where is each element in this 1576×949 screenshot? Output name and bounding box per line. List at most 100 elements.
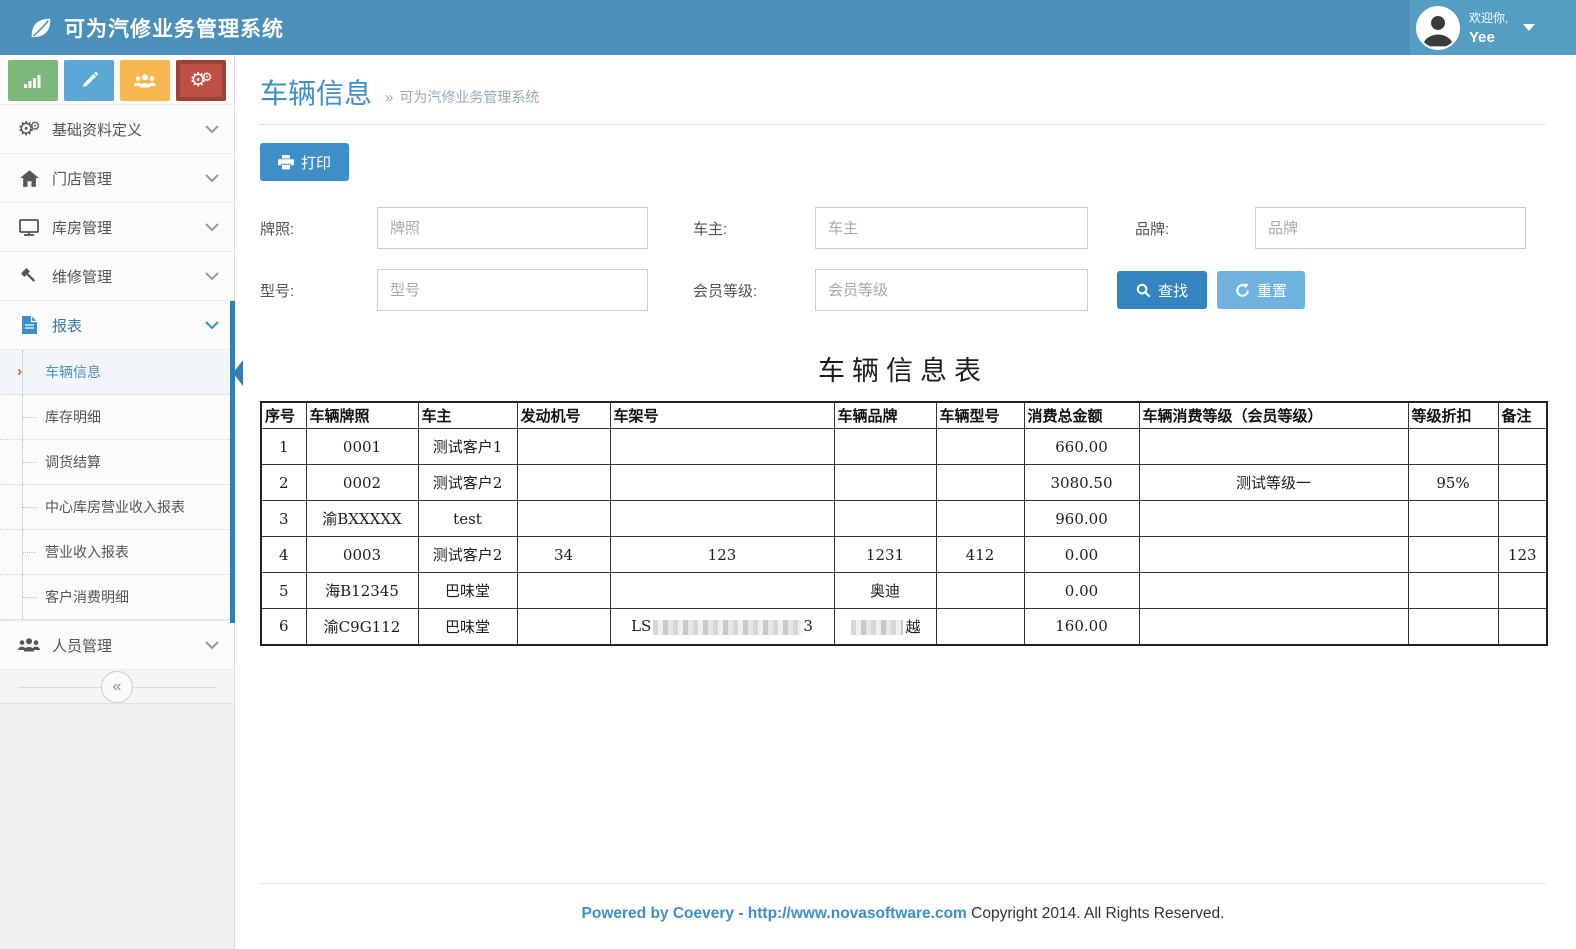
sidebar-item-warehouse-mgmt[interactable]: 库房管理 — [0, 203, 234, 252]
table-cell: 5 — [261, 573, 306, 609]
table-cell — [936, 501, 1024, 537]
file-icon — [17, 316, 41, 334]
sidebar-filler — [0, 704, 234, 949]
powered-by-link[interactable]: Powered by Coevery - http://www.novasoft… — [582, 905, 967, 922]
home-icon — [17, 170, 41, 187]
member-level-input[interactable] — [815, 269, 1088, 311]
table-cell — [610, 501, 834, 537]
column-header: 消费总金额 — [1024, 402, 1139, 429]
sidebar-item-revenue-report[interactable]: › 营业收入报表 — [0, 530, 234, 575]
users-group-icon — [17, 637, 41, 653]
sidebar-collapse-button[interactable]: « — [101, 671, 133, 703]
table-cell — [936, 465, 1024, 501]
table-cell: 6 — [261, 609, 306, 645]
pencil-icon — [81, 72, 98, 89]
gavel-icon — [17, 267, 41, 285]
owner-label: 车主: — [693, 218, 815, 239]
table-row: 40003测试客户23412312314120.00123 — [261, 537, 1547, 573]
bar-chart-shortcut-button[interactable] — [8, 60, 58, 101]
chevron-down-icon — [205, 272, 219, 281]
table-cell — [1139, 609, 1408, 645]
active-arrow-icon: › — [17, 364, 22, 379]
main-content: 车辆信息 »可为汽修业务管理系统 打印 牌照: 车主: 品牌: 型号: — [236, 55, 1576, 949]
table-cell: 3 — [261, 501, 306, 537]
table-cell: 1 — [261, 429, 306, 465]
sidebar-item-label: 人员管理 — [52, 635, 112, 656]
table-cell: 巴味堂 — [418, 573, 517, 609]
table-cell: 测试等级一 — [1139, 465, 1408, 501]
redacted-blur — [653, 620, 801, 635]
sidebar-item-base-data[interactable]: ⚙⚙ 基础资料定义 — [0, 105, 234, 154]
chevron-down-icon — [205, 125, 219, 134]
sidebar-item-transfer-settlement[interactable]: › 调货结算 — [0, 440, 234, 485]
table-cell: 测试客户2 — [418, 537, 517, 573]
sidebar-item-central-warehouse-revenue[interactable]: › 中心库房营业收入报表 — [0, 485, 234, 530]
sidebar-item-reports[interactable]: 报表 — [0, 301, 234, 350]
chevron-down-icon — [205, 641, 219, 650]
table-cell — [1408, 609, 1498, 645]
table-cell: 660.00 — [1024, 429, 1139, 465]
page-title: 车辆信息 — [260, 72, 372, 112]
sidebar-item-vehicle-info[interactable]: › 车辆信息 — [0, 350, 234, 395]
table-row: 20002测试客户23080.50测试等级一95% — [261, 465, 1547, 501]
print-button[interactable]: 打印 — [260, 143, 349, 181]
sidebar-item-store-mgmt[interactable]: 门店管理 — [0, 154, 234, 203]
table-cell: 巴味堂 — [418, 609, 517, 645]
member-level-label: 会员等级: — [693, 280, 815, 301]
sidebar-item-customer-consumption[interactable]: › 客户消费明细 — [0, 575, 234, 620]
table-cell — [517, 465, 610, 501]
table-cell: 4 — [261, 537, 306, 573]
redacted-blur — [851, 620, 903, 635]
table-cell: 测试客户1 — [418, 429, 517, 465]
app-title: 可为汽修业务管理系统 — [64, 13, 284, 43]
table-cell: 测试客户2 — [418, 465, 517, 501]
table-cell — [1139, 573, 1408, 609]
gears-shortcut-button[interactable]: ⚙⚙ — [176, 60, 226, 101]
reset-button[interactable]: 重置 — [1217, 271, 1305, 309]
model-input[interactable] — [377, 269, 648, 311]
table-cell — [1498, 465, 1547, 501]
table-cell — [517, 609, 610, 645]
column-header: 车辆消费等级（会员等级） — [1139, 402, 1408, 429]
search-icon — [1136, 283, 1151, 298]
table-cell — [936, 573, 1024, 609]
table-cell: 160.00 — [1024, 609, 1139, 645]
table-cell: 越 — [834, 609, 936, 645]
app-root: 可为汽修业务管理系统 欢迎你, Yee — [0, 0, 1576, 949]
copyright-text: Copyright 2014. All Rights Reserved. — [971, 905, 1224, 922]
table-cell — [517, 573, 610, 609]
brand-input[interactable] — [1255, 207, 1526, 249]
table-cell — [1408, 429, 1498, 465]
chevron-down-icon — [205, 174, 219, 183]
table-cell — [1498, 573, 1547, 609]
column-header: 序号 — [261, 402, 306, 429]
sidebar-item-repair-mgmt[interactable]: 维修管理 — [0, 252, 234, 301]
owner-input[interactable] — [815, 207, 1088, 249]
table-header-row: 序号车辆牌照车主发动机号车架号车辆品牌车辆型号消费总金额车辆消费等级（会员等级）… — [261, 402, 1547, 429]
filter-actions: 查找 重置 — [1117, 271, 1526, 309]
table-cell: LS3 — [610, 609, 834, 645]
welcome-text: 欢迎你, Yee — [1469, 8, 1508, 48]
submenu-label: 营业收入报表 — [45, 542, 129, 562]
search-button[interactable]: 查找 — [1117, 271, 1207, 309]
submenu-label: 库存明细 — [45, 407, 101, 427]
sidebar-item-inventory-detail[interactable]: › 库存明细 — [0, 395, 234, 440]
table-cell: 海B12345 — [306, 573, 418, 609]
sidebar-item-label: 维修管理 — [52, 266, 112, 287]
sidebar-item-personnel-mgmt[interactable]: 人员管理 — [0, 621, 234, 670]
submenu-label: 客户消费明细 — [45, 587, 129, 607]
pencil-shortcut-button[interactable] — [64, 60, 114, 101]
table-cell — [517, 429, 610, 465]
license-plate-input[interactable] — [377, 207, 648, 249]
license-plate-label: 牌照: — [260, 218, 377, 239]
table-cell: 渝C9G112 — [306, 609, 418, 645]
table-row: 5海B12345巴味堂奥迪0.00 — [261, 573, 1547, 609]
table-cell — [936, 429, 1024, 465]
sidebar: ⚙⚙ ⚙⚙ 基础资料定义 门店管理 — [0, 55, 235, 949]
breadcrumb: »可为汽修业务管理系统 — [385, 87, 539, 107]
sidebar-item-label: 基础资料定义 — [52, 119, 142, 140]
user-menu[interactable]: 欢迎你, Yee — [1410, 0, 1576, 55]
table-cell: 1231 — [834, 537, 936, 573]
table-cell: 0001 — [306, 429, 418, 465]
users-shortcut-button[interactable] — [120, 60, 170, 101]
